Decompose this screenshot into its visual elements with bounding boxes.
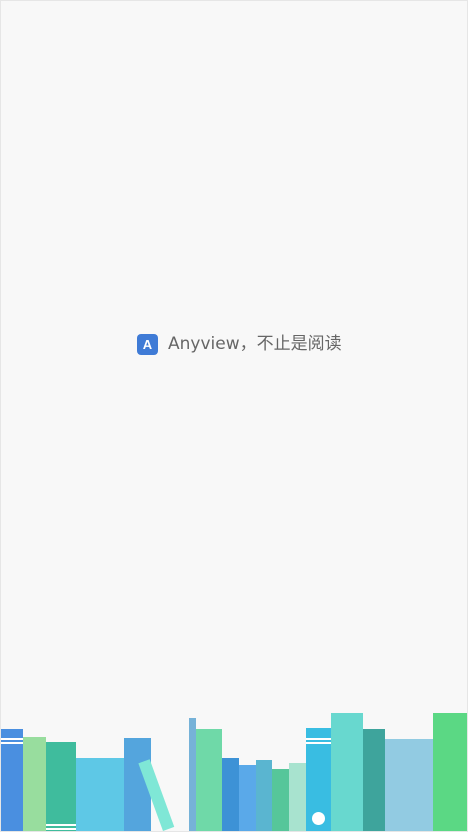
bookshelf-illustration	[1, 691, 467, 831]
tagline-text: Anyview，不止是阅读	[168, 334, 342, 354]
book-3	[46, 742, 76, 831]
book-9	[239, 765, 256, 831]
book-4	[76, 758, 124, 831]
book-7	[196, 729, 222, 831]
book-11	[272, 769, 289, 831]
book-1	[1, 729, 23, 831]
book-10	[256, 760, 272, 831]
book-15	[363, 729, 385, 831]
book-17	[433, 713, 467, 831]
brand-tagline: A Anyview，不止是阅读	[137, 333, 342, 355]
book-12	[289, 763, 306, 831]
splash-screen: A Anyview，不止是阅读	[0, 0, 468, 832]
book-8	[222, 758, 239, 831]
book-14	[331, 713, 363, 831]
book-6	[189, 718, 196, 831]
book-dot-icon	[312, 812, 325, 825]
book-13	[306, 728, 331, 831]
book-2	[23, 737, 46, 831]
app-logo-icon: A	[137, 333, 158, 355]
book-16	[385, 739, 433, 831]
